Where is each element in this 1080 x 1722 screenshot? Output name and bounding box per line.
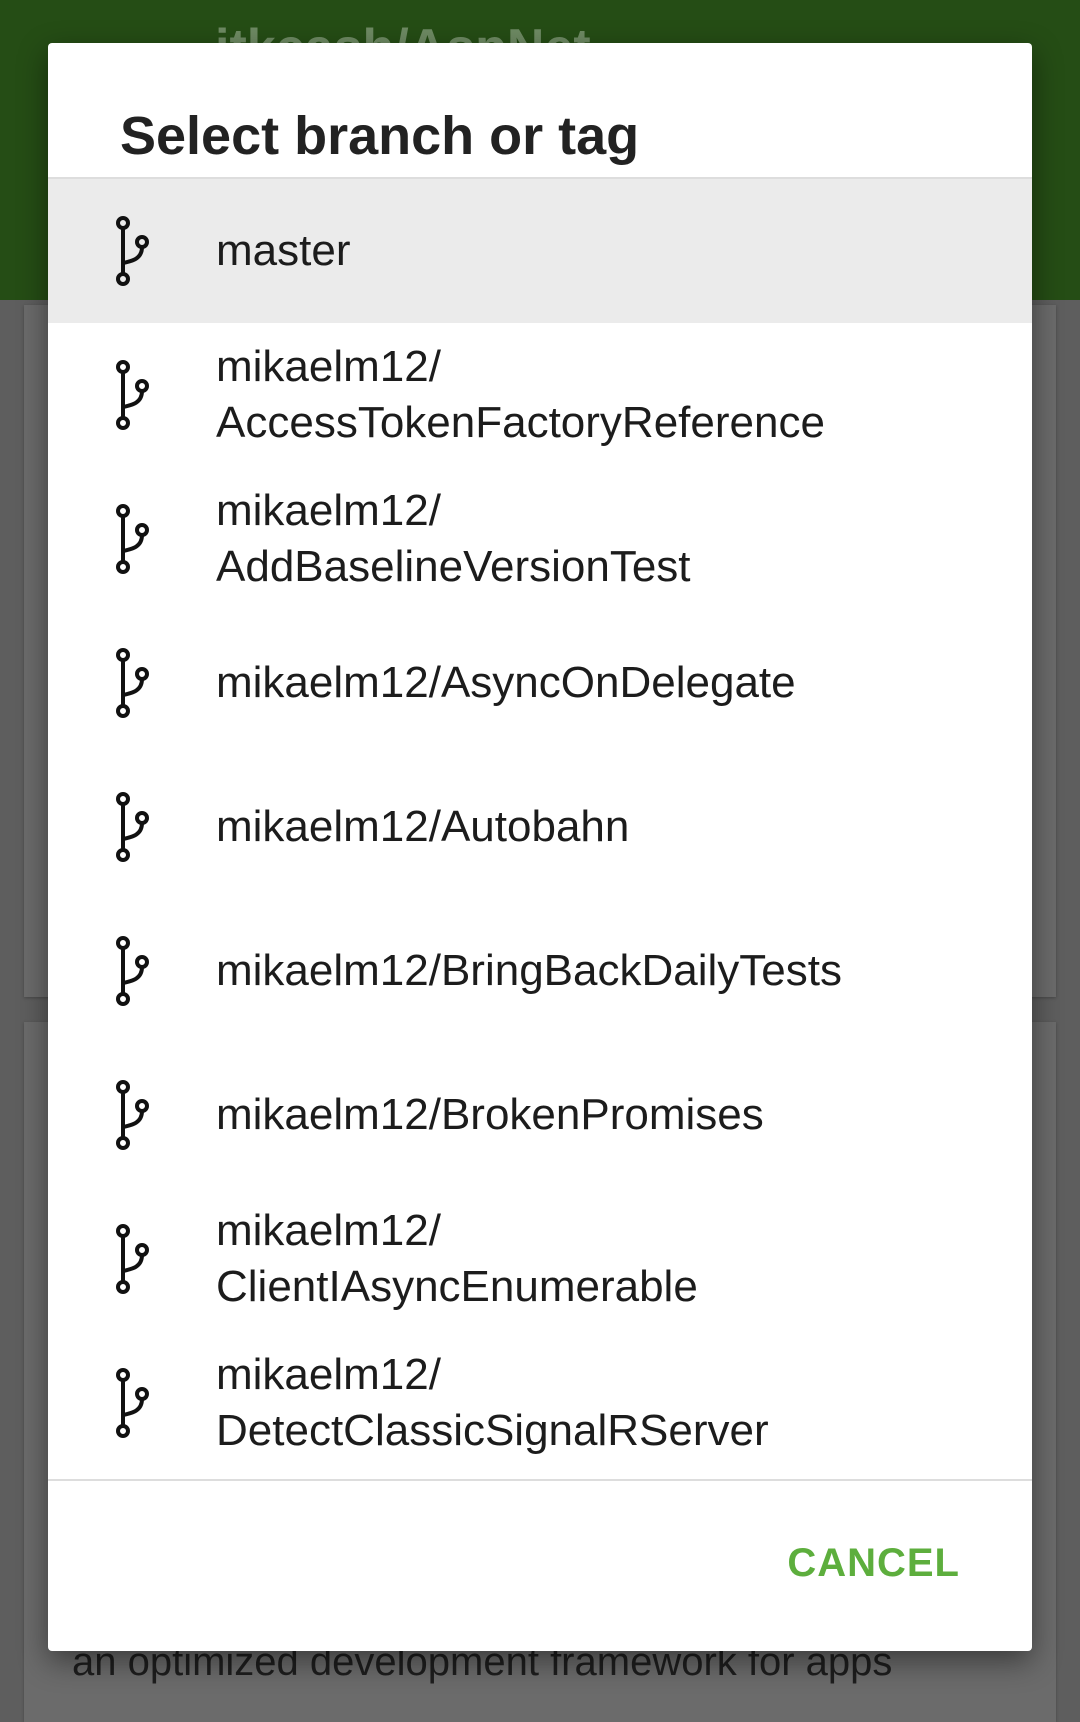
branch-label-line: ClientIAsyncEnumerable bbox=[216, 1262, 698, 1311]
branch-label-line: mikaelm12/BrokenPromises bbox=[216, 1090, 764, 1139]
branch-picker-dialog: Select branch or tag master mikaelm12/Acc… bbox=[48, 43, 1032, 1651]
branch-label: mikaelm12/DetectClassicSignalRServer bbox=[216, 1347, 992, 1459]
branch-item[interactable]: mikaelm12/AddBaselineVersionTest bbox=[48, 467, 1032, 611]
branch-icon bbox=[114, 1079, 150, 1151]
branch-icon bbox=[114, 215, 150, 287]
dialog-title: Select branch or tag bbox=[120, 106, 640, 166]
branch-icon bbox=[114, 647, 150, 719]
branch-item[interactable]: mikaelm12/BrokenPromises bbox=[48, 1043, 1032, 1187]
cancel-button[interactable]: CANCEL bbox=[787, 1541, 960, 1586]
branch-label: mikaelm12/ClientIAsyncEnumerable bbox=[216, 1203, 992, 1315]
divider bbox=[48, 1479, 1032, 1481]
branch-item[interactable]: master bbox=[48, 179, 1032, 323]
branch-label-line: mikaelm12/Autobahn bbox=[216, 802, 630, 851]
branch-label-line: AddBaselineVersionTest bbox=[216, 542, 691, 591]
branch-icon bbox=[114, 935, 150, 1007]
branch-label-line: DetectClassicSignalRServer bbox=[216, 1406, 769, 1455]
branch-label: mikaelm12/AddBaselineVersionTest bbox=[216, 483, 992, 595]
branch-item[interactable]: mikaelm12/ClientIAsyncEnumerable bbox=[48, 1187, 1032, 1331]
branch-icon bbox=[114, 1367, 150, 1439]
branch-label-line: master bbox=[216, 226, 351, 275]
branch-label-line: mikaelm12/ bbox=[216, 486, 441, 535]
branch-label: master bbox=[216, 223, 992, 279]
branch-label-line: mikaelm12/ bbox=[216, 1350, 441, 1399]
branch-icon bbox=[114, 503, 150, 575]
branch-label: mikaelm12/BrokenPromises bbox=[216, 1087, 992, 1143]
branch-label-line: AccessTokenFactoryReference bbox=[216, 398, 825, 447]
branch-label-line: mikaelm12/BringBackDailyTests bbox=[216, 946, 842, 995]
branch-item[interactable]: mikaelm12/Autobahn bbox=[48, 755, 1032, 899]
branch-label-line: mikaelm12/AsyncOnDelegate bbox=[216, 658, 796, 707]
branch-label: mikaelm12/AccessTokenFactoryReference bbox=[216, 339, 992, 451]
branch-label: mikaelm12/BringBackDailyTests bbox=[216, 943, 992, 999]
branch-label: mikaelm12/AsyncOnDelegate bbox=[216, 655, 992, 711]
branch-icon bbox=[114, 1223, 150, 1295]
branch-item[interactable]: mikaelm12/BringBackDailyTests bbox=[48, 899, 1032, 1043]
branch-item[interactable]: mikaelm12/DetectClassicSignalRServer bbox=[48, 1331, 1032, 1475]
branch-label-line: mikaelm12/ bbox=[216, 342, 441, 391]
branch-list[interactable]: master mikaelm12/AccessTokenFactoryRefere… bbox=[48, 179, 1032, 1479]
branch-label: mikaelm12/Autobahn bbox=[216, 799, 992, 855]
branch-icon bbox=[114, 359, 150, 431]
branch-item[interactable]: mikaelm12/AccessTokenFactoryReference bbox=[48, 323, 1032, 467]
branch-item[interactable]: mikaelm12/AsyncOnDelegate bbox=[48, 611, 1032, 755]
branch-icon bbox=[114, 791, 150, 863]
branch-label-line: mikaelm12/ bbox=[216, 1206, 441, 1255]
